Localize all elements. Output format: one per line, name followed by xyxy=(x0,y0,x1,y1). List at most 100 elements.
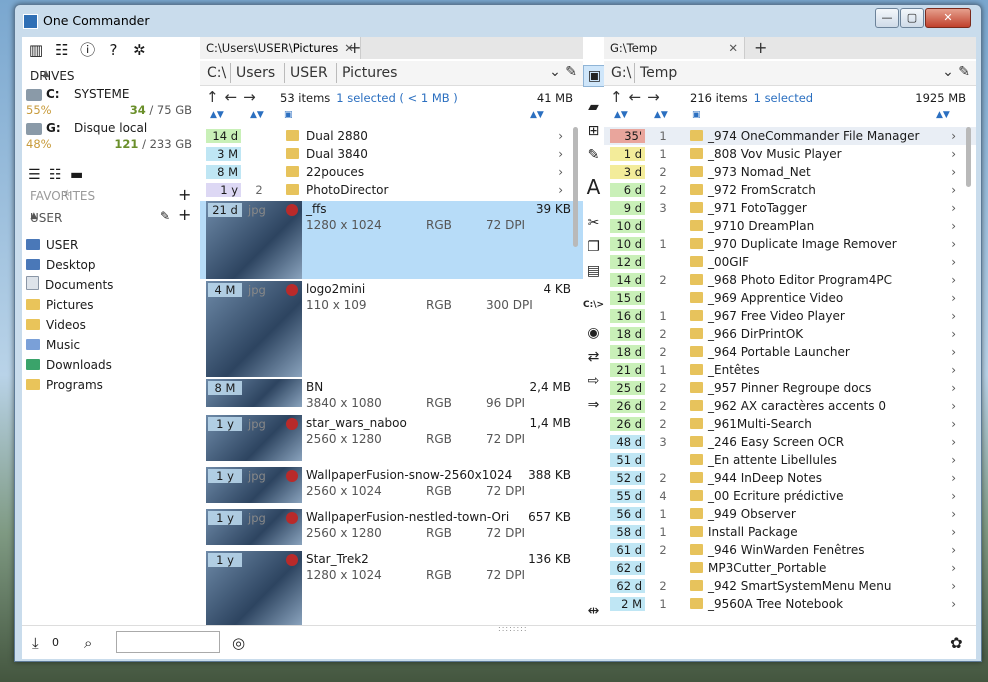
drive-c[interactable]: C: SYSTEME 55% 34 / 75 GB xyxy=(26,87,196,121)
list-item[interactable]: 51 d _En attente Libellules › xyxy=(604,451,976,469)
image-row[interactable]: 8 M BN 2,4 MB 3840 x 1080 RGB 96 DPI xyxy=(200,379,583,410)
list-item[interactable]: 10 d 1 _970 Duplicate Image Remover › xyxy=(604,235,976,253)
list-item[interactable]: 62 d 2 _942 SmartSystemMenu Menu › xyxy=(604,577,976,595)
refresh-icon[interactable]: ◎ xyxy=(232,634,245,652)
sidebar-item-downloads[interactable]: Downloads xyxy=(26,355,112,375)
crumb-pictures[interactable]: Pictures xyxy=(336,63,402,83)
view-icon[interactable]: ◉ xyxy=(583,323,604,343)
chevron-right-icon[interactable]: › xyxy=(951,487,956,505)
chevron-right-icon[interactable]: › xyxy=(951,235,956,253)
chevron-right-icon[interactable]: › xyxy=(951,361,956,379)
queue-icon[interactable]: ⤓ xyxy=(32,634,39,652)
layout-1-icon[interactable]: ☰ xyxy=(28,167,41,183)
chevron-right-icon[interactable]: › xyxy=(951,433,956,451)
crumb-drive[interactable]: G:\ xyxy=(606,63,636,83)
tab-temp[interactable]: G:\Temp ✕ xyxy=(604,37,745,59)
new-tab-button[interactable]: + xyxy=(348,37,361,59)
sort-count-icon[interactable]: ▲▼ xyxy=(250,110,264,120)
chevron-down-icon[interactable]: ⌄ xyxy=(549,64,561,80)
list-item[interactable]: 55 d 4 _00 Ecriture prédictive › xyxy=(604,487,976,505)
resize-grip[interactable]: :::::::: xyxy=(498,624,528,633)
list-item[interactable]: 18 d 2 _964 Portable Launcher › xyxy=(604,343,976,361)
help-icon[interactable]: ? xyxy=(103,40,123,60)
sidebar-item-pictures[interactable]: Pictures xyxy=(26,295,94,315)
image-row[interactable]: 1 y jpg star_wars_naboo 1,4 MB 2560 x 12… xyxy=(200,415,583,461)
edit-icon[interactable]: ✎ xyxy=(160,209,170,223)
chevron-right-icon[interactable]: › xyxy=(951,559,956,577)
add-icon[interactable]: + xyxy=(178,205,191,224)
chevron-right-icon[interactable]: › xyxy=(558,127,563,145)
chevron-right-icon[interactable]: › xyxy=(951,325,956,343)
list-item[interactable]: 9 d 3 _971 FotoTagger › xyxy=(604,199,976,217)
sort-size-icon[interactable]: ▲▼ xyxy=(530,110,544,120)
columns-icon[interactable]: ▥ xyxy=(26,40,46,60)
forward-arrow-icon[interactable]: → xyxy=(647,88,666,106)
chevron-right-icon[interactable]: › xyxy=(951,145,956,163)
layout-2-icon[interactable]: ☷ xyxy=(49,167,62,183)
list-item[interactable]: 12 d _00GIF › xyxy=(604,253,976,271)
layout-3-icon[interactable]: ▬ xyxy=(70,167,83,183)
edit-path-icon[interactable]: ✎ xyxy=(958,64,970,80)
move-icon[interactable]: ⇨ xyxy=(583,371,604,391)
cut-icon[interactable]: ✂ xyxy=(583,213,604,233)
image-row-selected[interactable]: 21 d jpg _ffs 39 KB 1280 x 1024 RGB 72 D… xyxy=(200,201,583,279)
atom-icon[interactable]: ✲ xyxy=(129,40,149,60)
right-scrollbar[interactable] xyxy=(966,127,971,187)
chevron-right-icon[interactable]: › xyxy=(951,379,956,397)
crumb-drive[interactable]: C:\ xyxy=(202,63,231,83)
chevron-right-icon[interactable]: › xyxy=(951,397,956,415)
add-favorite-icon[interactable]: + xyxy=(178,185,191,204)
chevron-right-icon[interactable]: › xyxy=(951,289,956,307)
chevron-right-icon[interactable]: › xyxy=(951,127,956,145)
chevron-right-icon[interactable]: › xyxy=(951,523,956,541)
path-icon[interactable]: C:\> xyxy=(583,295,604,315)
list-item[interactable]: 16 d 1 _967 Free Video Player › xyxy=(604,307,976,325)
list-item[interactable]: 58 d 1 Install Package › xyxy=(604,523,976,541)
chevron-right-icon[interactable]: › xyxy=(951,343,956,361)
chevron-right-icon[interactable]: › xyxy=(951,271,956,289)
sort-age-icon[interactable]: ▲▼ xyxy=(210,110,224,120)
chevron-right-icon[interactable]: › xyxy=(951,163,956,181)
list-item[interactable]: 48 d 3 _246 Easy Screen OCR › xyxy=(604,433,976,451)
list-item[interactable]: 52 d 2 _944 InDeep Notes › xyxy=(604,469,976,487)
new-tab-button[interactable]: + xyxy=(754,37,767,59)
list-item[interactable]: 56 d 1 _949 Observer › xyxy=(604,505,976,523)
split-icon[interactable]: ⇹ xyxy=(583,601,604,621)
list-item[interactable]: 62 d MP3Cutter_Portable › xyxy=(604,559,976,577)
chevron-right-icon[interactable]: › xyxy=(951,199,956,217)
list-item[interactable]: 6 d 2 _972 FromScratch › xyxy=(604,181,976,199)
left-scrollbar[interactable] xyxy=(573,127,578,247)
chevron-right-icon[interactable]: › xyxy=(951,451,956,469)
image-view-icon[interactable]: ▣ xyxy=(583,65,606,87)
search-icon[interactable]: ⌕ xyxy=(84,634,92,652)
list-item[interactable]: 3 d 2 _973 Nomad_Net › xyxy=(604,163,976,181)
sort-name-icon[interactable]: ▣ xyxy=(284,110,293,120)
paste-icon[interactable]: ▤ xyxy=(583,261,604,281)
list-item[interactable]: 18 d 2 _966 DirPrintOK › xyxy=(604,325,976,343)
tab-pictures[interactable]: C:\Users\USER\Pictures ✕ xyxy=(200,37,361,59)
chevron-right-icon[interactable]: › xyxy=(558,163,563,181)
title-bar[interactable]: One Commander — ▢ ✕ xyxy=(15,5,981,35)
sort-name-icon[interactable]: ▣ xyxy=(692,110,701,120)
list-item[interactable]: 25 d 2 _957 Pinner Regroupe docs › xyxy=(604,379,976,397)
info-icon[interactable]: ⓘ xyxy=(78,40,98,60)
list-item[interactable]: 1 y 2 PhotoDirector › xyxy=(200,181,583,199)
sidebar-item-music[interactable]: Music xyxy=(26,335,80,355)
chevron-right-icon[interactable]: › xyxy=(951,307,956,325)
sidebar-item-programs[interactable]: Programs xyxy=(26,375,103,395)
list-item[interactable]: 15 d _969 Apprentice Video › xyxy=(604,289,976,307)
image-row[interactable]: 1 y jpg WallpaperFusion-nestled-town-Ori… xyxy=(200,509,583,545)
drive-g[interactable]: G: Disque local 48% 121 / 233 GB xyxy=(26,121,196,155)
sort-size-icon[interactable]: ▲▼ xyxy=(936,110,950,120)
list-item[interactable]: 35' 1 _974 OneCommander File Manager › xyxy=(604,127,976,145)
crumb-temp[interactable]: Temp xyxy=(634,63,682,83)
list-item[interactable]: 26 d 2 _961Multi-Search › xyxy=(604,415,976,433)
chevron-right-icon[interactable]: › xyxy=(951,595,956,613)
chevron-right-icon[interactable]: › xyxy=(951,469,956,487)
list-item[interactable]: 61 d 2 _946 WinWarden Fenêtres › xyxy=(604,541,976,559)
search-input[interactable] xyxy=(116,631,220,653)
chevron-right-icon[interactable]: › xyxy=(951,505,956,523)
chevron-right-icon[interactable]: › xyxy=(951,181,956,199)
up-arrow-icon[interactable]: ↑ xyxy=(206,88,225,106)
forward-arrow-icon[interactable]: → xyxy=(243,88,262,106)
